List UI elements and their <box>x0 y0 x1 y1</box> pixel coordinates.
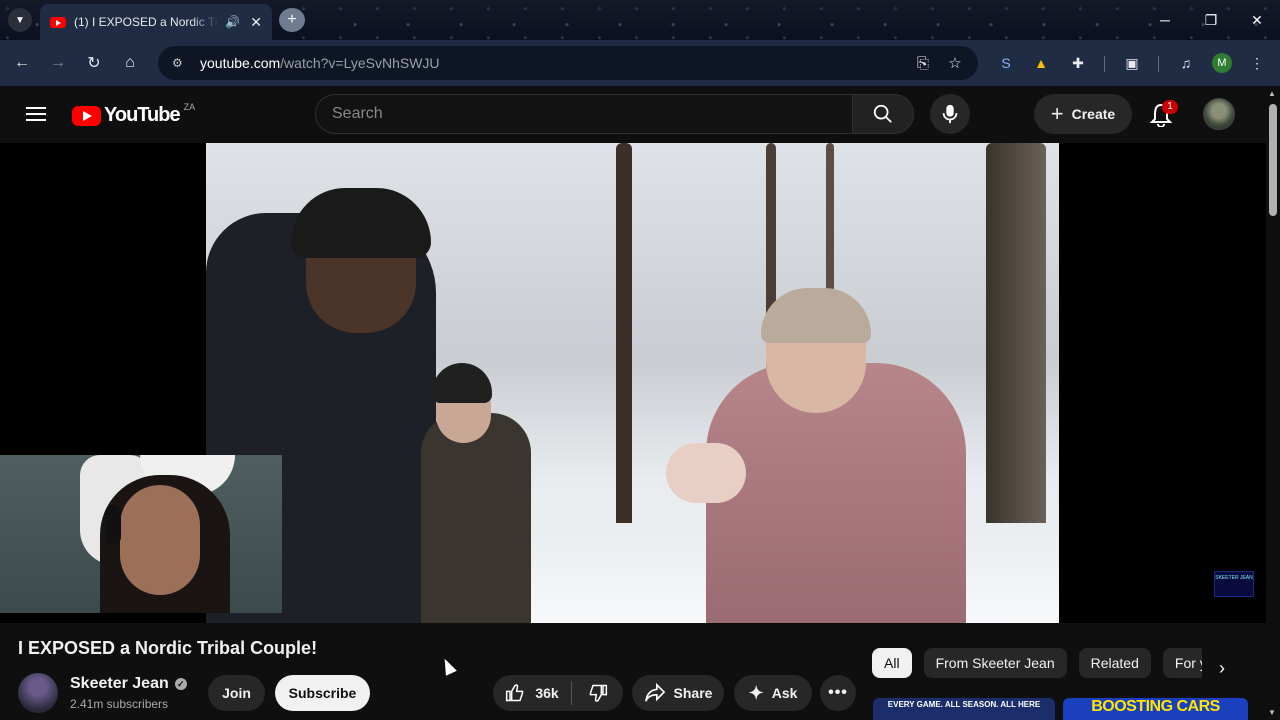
reload-button[interactable]: ↻ <box>82 51 106 75</box>
ask-button[interactable]: ✦ Ask <box>734 675 812 711</box>
thumbs-up-icon <box>506 684 524 702</box>
person-fur-vest <box>421 413 531 623</box>
video-title: I EXPOSED a Nordic Tribal Couple! <box>18 638 318 658</box>
person-hair <box>761 288 871 343</box>
plus-icon: + <box>1050 101 1064 126</box>
dislike-button[interactable] <box>572 675 623 711</box>
search-icon <box>873 104 892 123</box>
new-tab-button[interactable]: + <box>279 8 305 32</box>
youtube-masthead: YouTube ZA Search + Create <box>0 86 1266 143</box>
media-controls-icon[interactable]: ♫ <box>1175 52 1197 74</box>
youtube-logo[interactable]: YouTube ZA <box>72 101 196 127</box>
install-app-icon[interactable]: ⎘ <box>912 52 934 74</box>
voice-search-button[interactable] <box>930 94 970 134</box>
headphones-icon <box>105 505 121 545</box>
chip-all[interactable]: All <box>872 648 912 678</box>
restore-window-button[interactable]: ❐ <box>1188 0 1234 40</box>
video-frame[interactable] <box>206 143 1059 623</box>
profile-avatar[interactable]: M <box>1212 53 1232 73</box>
search-input[interactable]: Search <box>315 94 852 134</box>
channel-name-row[interactable]: Skeeter Jean ✓ <box>70 675 187 693</box>
scroll-down-arrow-icon[interactable]: ▼ <box>1268 708 1276 717</box>
mouse-cursor-icon <box>439 656 457 676</box>
like-count: 36k <box>535 685 559 701</box>
minimize-window-button[interactable]: ─ <box>1142 0 1188 40</box>
thumbs-down-icon <box>589 684 607 702</box>
close-window-button[interactable]: ✕ <box>1234 0 1280 40</box>
toolbar-separator <box>1104 56 1105 72</box>
site-info-icon[interactable]: ⚙ <box>172 56 186 70</box>
more-actions-button[interactable]: ••• <box>820 675 856 711</box>
chip-related[interactable]: Related <box>1078 648 1151 678</box>
toolbar-separator <box>1158 56 1159 72</box>
close-tab-icon[interactable]: ✕ <box>250 14 262 31</box>
subscriber-count: 2.41m subscribers <box>70 697 169 711</box>
search-button[interactable] <box>852 94 914 134</box>
scrollbar-thumb[interactable] <box>1269 104 1277 216</box>
browser-toolbar: ← → ↻ ⌂ ⚙ youtube.com/watch?v=LyeSvNhSWJ… <box>0 40 1280 86</box>
browser-tab-strip: ▼ (1) I EXPOSED a Nordic Tribal Couple! … <box>0 0 1280 40</box>
sparkle-icon: ✦ <box>748 682 764 703</box>
chip-from-channel[interactable]: From Skeeter Jean <box>923 648 1067 678</box>
scroll-up-arrow-icon[interactable]: ▲ <box>1268 89 1276 98</box>
related-chips-bar: All From Skeeter Jean Related For you <box>872 648 1202 680</box>
like-dislike-group: 36k <box>493 675 623 711</box>
person-beanie <box>291 188 431 258</box>
recommended-thumbnail[interactable]: EVERY GAME. ALL SEASON. ALL HERE <box>873 698 1055 720</box>
create-label: Create <box>1071 106 1116 122</box>
youtube-play-icon <box>72 105 101 126</box>
tab-search-button[interactable]: ▼ <box>8 8 32 32</box>
more-horizontal-icon: ••• <box>828 684 848 701</box>
url-host: youtube.com <box>200 55 281 71</box>
ask-label: Ask <box>771 685 798 701</box>
person-beanie <box>432 363 492 403</box>
home-button[interactable]: ⌂ <box>118 51 142 75</box>
google-drive-icon[interactable]: ▲ <box>1030 52 1052 74</box>
chips-list: All From Skeeter Jean Related For you <box>872 648 1202 680</box>
bookmark-star-icon[interactable]: ☆ <box>944 52 966 74</box>
streamer-webcam-overlay <box>0 455 282 613</box>
share-button[interactable]: Share <box>632 675 724 711</box>
chevron-right-icon[interactable]: › <box>1206 652 1238 684</box>
notification-badge: 1 <box>1162 100 1178 114</box>
side-panel-icon[interactable]: ▣ <box>1121 52 1143 74</box>
like-button[interactable]: 36k <box>493 675 571 711</box>
microphone-icon <box>942 104 958 124</box>
person-hands <box>666 443 746 503</box>
extension-s-icon[interactable]: S <box>995 52 1017 74</box>
subscribe-button[interactable]: Subscribe <box>275 675 370 711</box>
extensions-puzzle-icon[interactable]: ✚ <box>1067 52 1089 74</box>
tab-title: (1) I EXPOSED a Nordic Tribal Couple! - … <box>74 15 219 29</box>
browser-tab-active[interactable]: (1) I EXPOSED a Nordic Tribal Couple! - … <box>40 4 272 40</box>
page-scrollbar[interactable]: ▲ ▼ <box>1266 86 1280 720</box>
share-label: Share <box>673 685 713 701</box>
streamer-face <box>120 485 200 595</box>
video-player[interactable]: SKEETER JEAN <box>0 143 1266 623</box>
address-bar[interactable]: ⚙ youtube.com/watch?v=LyeSvNhSWJU <box>158 46 978 80</box>
guide-menu-icon[interactable] <box>24 103 48 127</box>
recommended-thumbnail[interactable]: BOOSTING CARS <box>1063 698 1248 720</box>
youtube-favicon-icon <box>50 16 66 28</box>
join-button[interactable]: Join <box>208 675 265 711</box>
channel-avatar[interactable] <box>18 673 58 713</box>
share-arrow-icon <box>644 683 665 702</box>
chrome-menu-icon[interactable]: ⋮ <box>1246 52 1268 74</box>
create-button[interactable]: + Create <box>1034 94 1132 134</box>
channel-watermark[interactable]: SKEETER JEAN <box>1214 571 1254 597</box>
url-path: /watch?v=LyeSvNhSWJU <box>280 55 440 71</box>
audio-playing-icon[interactable]: 🔊 <box>225 15 240 29</box>
channel-name[interactable]: Skeeter Jean <box>70 675 169 693</box>
account-avatar[interactable] <box>1203 98 1235 130</box>
chip-for-you[interactable]: For you <box>1162 648 1202 678</box>
logo-text: YouTube <box>104 104 181 126</box>
verified-badge-icon: ✓ <box>174 678 187 690</box>
forward-button[interactable]: → <box>46 51 70 75</box>
country-code: ZA <box>183 101 196 112</box>
back-button[interactable]: ← <box>10 51 34 75</box>
